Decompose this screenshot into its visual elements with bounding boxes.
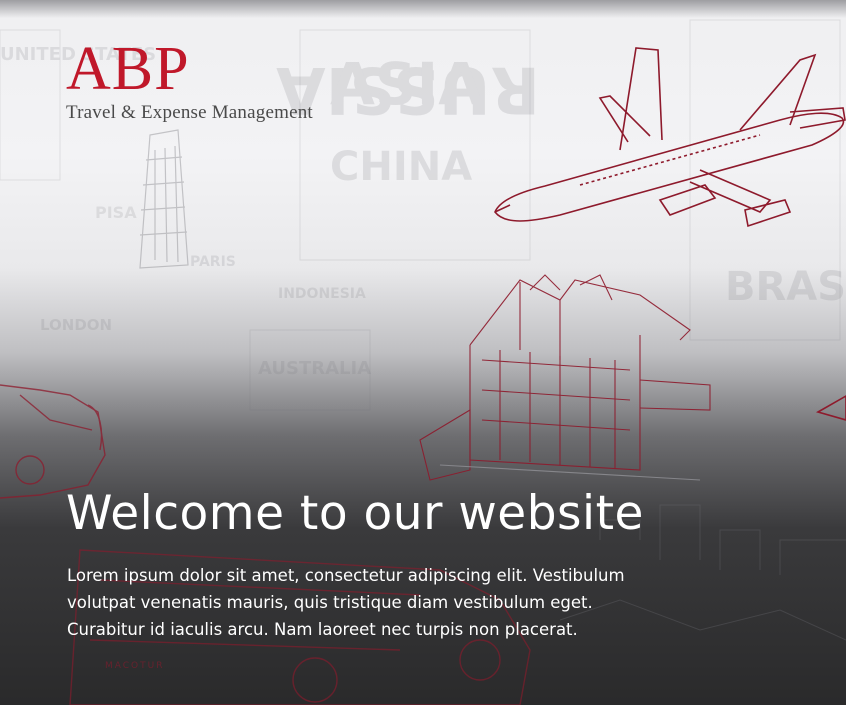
bg-word: PISA	[95, 203, 137, 222]
logo-mark: ABP	[66, 35, 190, 103]
bus-label: MACOTUR	[105, 661, 164, 671]
tower-illustration	[139, 129, 189, 269]
bg-word: INDONESIA	[278, 286, 366, 302]
car-illustration	[0, 384, 106, 499]
brand-logo[interactable]: ABP Travel & Expense Management	[66, 38, 313, 124]
hero-headline: Welcome to our website	[66, 486, 644, 541]
bg-word: ASIA	[330, 50, 483, 118]
house-illustration	[419, 274, 711, 481]
bg-word: BRASIL	[725, 264, 846, 310]
bg-word: PARIS	[190, 254, 236, 270]
bg-word: CHINA	[330, 144, 472, 190]
hero-body-text: Lorem ipsum dolor sit amet, consectetur …	[67, 566, 625, 639]
logo-tagline: Travel & Expense Management	[66, 102, 313, 123]
bg-word: AUSTRALIA	[258, 358, 371, 379]
hero-section: RUSSIA ASIA CHINA PISA PARIS LONDON UNIT…	[0, 0, 846, 705]
bg-word: LONDON	[40, 316, 112, 334]
top-shade	[0, 0, 846, 18]
